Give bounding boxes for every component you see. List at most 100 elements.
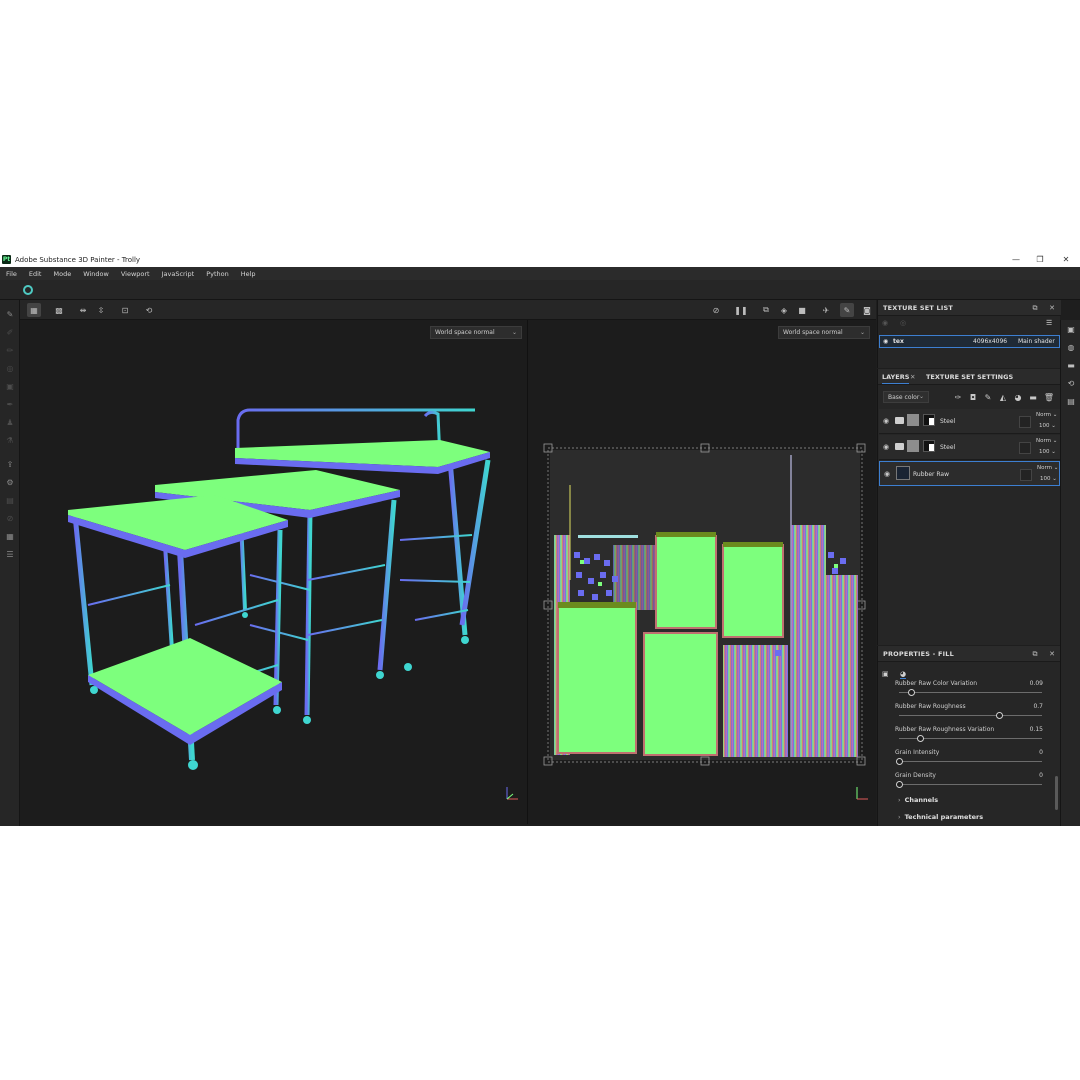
- assets-icon[interactable]: ☰: [4, 548, 16, 560]
- slider-track[interactable]: [899, 784, 1042, 785]
- slider-knob[interactable]: [895, 781, 903, 788]
- layer-opacity[interactable]: 100 ⌄: [1040, 476, 1057, 482]
- menu-help[interactable]: Help: [235, 270, 262, 278]
- eye-icon[interactable]: ◉: [884, 470, 890, 478]
- param-roughness-variation[interactable]: Rubber Raw Roughness Variation 0.15: [895, 726, 1043, 748]
- eye-icon[interactable]: ◉: [883, 443, 889, 451]
- param-grain-density[interactable]: Grain Density 0: [895, 772, 1043, 794]
- layer-mask-thumbnail[interactable]: [923, 440, 935, 452]
- close-button[interactable]: ✕: [1054, 252, 1078, 267]
- param-roughness[interactable]: Rubber Raw Roughness 0.7: [895, 703, 1043, 725]
- undock-icon[interactable]: ⧉: [1030, 649, 1040, 659]
- geometry-icon[interactable]: ⚗: [4, 434, 16, 446]
- visibility-solo-icon[interactable]: ◎: [900, 319, 906, 327]
- section-channels[interactable]: › Channels: [898, 796, 938, 804]
- layer-row[interactable]: ◉ Steel Norm ⌄ 100 ⌄: [879, 435, 1060, 460]
- close-panel-icon[interactable]: ✕: [1047, 303, 1057, 313]
- export-icon[interactable]: ⇪: [4, 458, 16, 470]
- menu-viewport[interactable]: Viewport: [115, 270, 156, 278]
- tab-layers[interactable]: LAYERS: [882, 373, 910, 384]
- param-grain-intensity[interactable]: Grain Intensity 0: [895, 749, 1043, 771]
- eye-icon[interactable]: ◉: [883, 417, 889, 425]
- param-color-variation[interactable]: Rubber Raw Color Variation 0.09: [895, 680, 1043, 702]
- split-grid-icon[interactable]: ▩: [52, 303, 66, 317]
- settings-icon[interactable]: ▤: [1065, 395, 1077, 407]
- menu-edit[interactable]: Edit: [23, 270, 48, 278]
- clone-icon[interactable]: ✒: [4, 398, 16, 410]
- param-value[interactable]: 0: [1039, 749, 1043, 756]
- menu-file[interactable]: File: [0, 270, 23, 278]
- menu-mode[interactable]: Mode: [47, 270, 77, 278]
- slider-knob[interactable]: [995, 712, 1003, 719]
- layer-select-box[interactable]: [1019, 442, 1031, 454]
- undock-icon[interactable]: ⧉: [1030, 303, 1040, 313]
- layer-blend-mode[interactable]: Norm ⌄: [1036, 412, 1057, 418]
- slider-knob[interactable]: [908, 689, 916, 696]
- layer-opacity[interactable]: 100 ⌄: [1039, 423, 1056, 429]
- screenshot-camera-icon[interactable]: ◙: [860, 303, 874, 317]
- menu-python[interactable]: Python: [200, 270, 235, 278]
- layer-select-box[interactable]: [1020, 469, 1032, 481]
- effects-icon[interactable]: ✑: [953, 392, 963, 402]
- paint-brush-icon[interactable]: ✎: [4, 308, 16, 320]
- add-mask-icon[interactable]: ◘: [968, 392, 978, 402]
- menu-javascript[interactable]: JavaScript: [156, 270, 201, 278]
- layer-blend-mode[interactable]: Norm ⌄: [1037, 465, 1058, 471]
- eye-icon[interactable]: ◉: [883, 338, 888, 345]
- viewport-2d[interactable]: World space normal ⌄: [528, 320, 876, 824]
- close-panel-icon[interactable]: ✕: [1047, 649, 1057, 659]
- layer-blend-mode[interactable]: Norm ⌄: [1036, 438, 1057, 444]
- layer-opacity[interactable]: 100 ⌄: [1039, 449, 1056, 455]
- texture-set-icon[interactable]: ▣: [1065, 323, 1077, 335]
- polygon-fill-icon[interactable]: ◎: [4, 362, 16, 374]
- iray-icon[interactable]: ⊘: [4, 512, 16, 524]
- mirror-icon[interactable]: ⇳: [94, 303, 108, 317]
- close-tab-icon[interactable]: ✕: [910, 373, 915, 381]
- add-paint-layer-icon[interactable]: ✎: [983, 392, 993, 402]
- no-render-icon[interactable]: ⊘: [709, 303, 723, 317]
- slider-knob[interactable]: [895, 758, 903, 765]
- delete-layer-icon[interactable]: 🗑: [1044, 392, 1054, 402]
- param-value[interactable]: 0.7: [1033, 703, 1043, 710]
- color-picker-icon[interactable]: ♟: [4, 416, 16, 428]
- view-mode-icon[interactable]: ⧉: [759, 303, 773, 317]
- mask-tab-icon[interactable]: ◕: [900, 670, 907, 679]
- paint-mode-icon[interactable]: ✎: [840, 303, 854, 317]
- layer-row-selected[interactable]: ◉ Rubber Raw Norm ⌄ 100 ⌄: [879, 461, 1060, 486]
- add-smart-material-icon[interactable]: ◕: [1013, 392, 1023, 402]
- texture-set-row[interactable]: ◉ tex 4096x4096 Main shader: [879, 335, 1060, 348]
- camera-video-icon[interactable]: ■: [795, 303, 809, 317]
- delete-icon[interactable]: ▤: [4, 494, 16, 506]
- tab-texture-set-settings[interactable]: TEXTURE SET SETTINGS: [926, 373, 1013, 381]
- layer-row[interactable]: ◉ Steel Norm ⌄ 100 ⌄: [879, 409, 1060, 434]
- lighting-icon[interactable]: ✈: [819, 303, 833, 317]
- add-folder-icon[interactable]: ▬: [1028, 392, 1038, 402]
- menu-window[interactable]: Window: [77, 270, 115, 278]
- restore-button[interactable]: ❐: [1028, 252, 1052, 267]
- layer-select-box[interactable]: [1019, 416, 1031, 428]
- shader-icon[interactable]: ▬: [1065, 359, 1077, 371]
- projection-icon[interactable]: ✏: [4, 344, 16, 356]
- frame-icon[interactable]: ⊡: [118, 303, 132, 317]
- param-value[interactable]: 0.09: [1030, 680, 1043, 687]
- cube-icon[interactable]: ◈: [777, 303, 791, 317]
- pause-icon[interactable]: ❚❚: [734, 303, 748, 317]
- material-tab-icon[interactable]: ▣: [882, 670, 889, 678]
- history-reset-icon[interactable]: ⟲: [142, 303, 156, 317]
- minimize-button[interactable]: —: [1004, 252, 1028, 267]
- scrollbar-thumb[interactable]: [1055, 776, 1058, 810]
- shelf-icon[interactable]: ▦: [4, 530, 16, 542]
- eraser-icon[interactable]: ✐: [4, 326, 16, 338]
- channel-select[interactable]: Base color ⌄: [883, 391, 929, 403]
- history-icon[interactable]: ⟲: [1065, 377, 1077, 389]
- param-value[interactable]: 0.15: [1030, 726, 1043, 733]
- param-value[interactable]: 0: [1039, 772, 1043, 779]
- add-fill-layer-icon[interactable]: ◭: [998, 392, 1008, 402]
- slider-track[interactable]: [899, 692, 1042, 693]
- bake-icon[interactable]: ⚙: [4, 476, 16, 488]
- layer-mask-thumbnail[interactable]: [923, 414, 935, 426]
- grid-view-icon[interactable]: ▦: [27, 303, 41, 317]
- slider-knob[interactable]: [916, 735, 924, 742]
- slider-track[interactable]: [899, 715, 1042, 716]
- display-settings-icon[interactable]: ◍: [1065, 341, 1077, 353]
